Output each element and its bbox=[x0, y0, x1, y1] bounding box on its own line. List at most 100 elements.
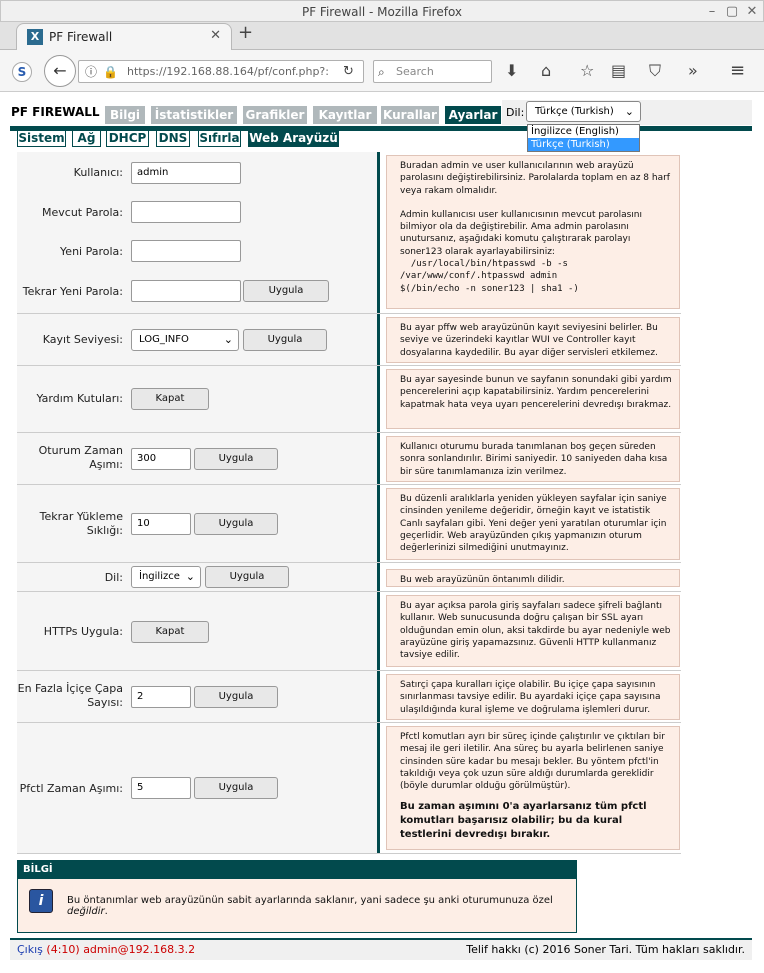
new-password-label: Yeni Parola: bbox=[60, 245, 123, 258]
submenu-web-arayuzu[interactable]: Web Arayüzü bbox=[248, 130, 339, 147]
session-apply-button[interactable]: Uygula bbox=[194, 448, 278, 470]
footer: Çıkış (4:10) admin@192.168.3.2 Telif hak… bbox=[10, 938, 752, 960]
info-panel: BİLGİ i Bu öntanımlar web arayüzünün sab… bbox=[17, 860, 577, 933]
https-toggle-button[interactable]: Kapat bbox=[131, 621, 209, 643]
anchor-nesting-field[interactable]: 2 bbox=[131, 686, 191, 708]
language-default-select[interactable]: İngilizce ⌄ bbox=[131, 566, 201, 588]
submenu-ag[interactable]: Ağ bbox=[72, 130, 101, 147]
repeat-password-field[interactable] bbox=[131, 280, 241, 302]
language-default-value: İngilizce bbox=[139, 571, 180, 582]
reload-row: Tekrar Yükleme Sıklığı: 10 Uygula Bu düz… bbox=[17, 485, 681, 563]
password-apply-button[interactable]: Uygula bbox=[243, 280, 329, 302]
tab-title: PF Firewall bbox=[49, 30, 113, 44]
password-help-p2: Admin kullanıcısı user kullanıcısının me… bbox=[400, 209, 642, 257]
menu-kurallar[interactable]: Kurallar bbox=[381, 106, 439, 124]
pfctl-warning: Bu zaman aşımını 0'a ayarlarsanız tüm pf… bbox=[400, 801, 647, 841]
browser-tab[interactable]: X PF Firewall ✕ bbox=[16, 23, 232, 51]
close-window-icon[interactable]: ✕ bbox=[743, 1, 761, 23]
loglevel-label: Kayıt Seviyesi: bbox=[42, 333, 123, 346]
copyright: Telif hakkı (c) 2016 Soner Tari. Tüm hak… bbox=[466, 943, 745, 956]
sync-icon[interactable]: S bbox=[12, 62, 32, 82]
current-password-label: Mevcut Parola: bbox=[42, 206, 123, 219]
helpboxes-toggle-button[interactable]: Kapat bbox=[131, 388, 209, 410]
menu-kayitlar[interactable]: Kayıtlar bbox=[313, 106, 377, 124]
url-bar[interactable]: ⓘ 🔒 https://192.168.88.164/pf/conf.php?:… bbox=[78, 60, 364, 83]
brand-title: PF FIREWALL bbox=[11, 105, 100, 119]
anchor-apply-button[interactable]: Uygula bbox=[194, 686, 278, 708]
reload-rate-field[interactable]: 10 bbox=[131, 513, 191, 535]
minimize-icon[interactable]: – bbox=[703, 1, 721, 23]
maximize-icon[interactable]: ▢ bbox=[723, 1, 741, 23]
https-row: HTTPs Uygula: Kapat Bu ayar açıksa parol… bbox=[17, 592, 681, 671]
download-icon[interactable]: ⬇ bbox=[505, 61, 518, 81]
language-dropdown: İngilizce (English) Türkçe (Turkish) bbox=[527, 124, 640, 152]
loglevel-select[interactable]: LOG_INFO ⌄ bbox=[131, 329, 239, 351]
window-title: PF Firewall - Mozilla Firefox bbox=[301, 5, 463, 19]
info-panel-text-main: Bu öntanımlar web arayüzünün sabit ayarl… bbox=[67, 895, 553, 906]
chevron-down-icon: ⌄ bbox=[223, 333, 233, 346]
language-select-value: Türkçe (Turkish) bbox=[535, 106, 614, 117]
pfctl-timeout-field[interactable]: 5 bbox=[131, 777, 191, 799]
search-bar[interactable]: ⌕ Search bbox=[373, 60, 492, 83]
submenu-dns[interactable]: DNS bbox=[156, 130, 190, 147]
submenu-sifirla[interactable]: Sıfırla bbox=[198, 130, 241, 147]
submenu-dhcp[interactable]: DHCP bbox=[106, 130, 149, 147]
session-help: Kullanıcı oturumu burada tanımlanan boş … bbox=[386, 436, 680, 482]
session-row: Oturum Zaman Aşımı: 300 Uygula Kullanıcı… bbox=[17, 433, 681, 485]
info-panel-title: BİLGİ bbox=[18, 861, 576, 879]
reload-apply-button[interactable]: Uygula bbox=[194, 513, 278, 535]
language-apply-button[interactable]: Uygula bbox=[205, 566, 289, 588]
reading-list-icon[interactable]: ▤ bbox=[611, 61, 626, 81]
anchor-row: En Fazla İçiçe Çapa Sayısı: 2 Uygula Sat… bbox=[17, 671, 681, 723]
submenu-sistem[interactable]: Sistem bbox=[17, 130, 66, 147]
back-button[interactable]: ← bbox=[44, 55, 76, 87]
new-password-field[interactable] bbox=[131, 240, 241, 262]
password-help: Buradan admin ve user kullanıcılarının w… bbox=[386, 155, 680, 309]
bookmark-star-icon[interactable]: ☆ bbox=[580, 61, 594, 81]
menu-ayarlar[interactable]: Ayarlar bbox=[445, 106, 501, 124]
language-row: Dil: İngilizce ⌄ Uygula Bu web arayüzünü… bbox=[17, 563, 681, 592]
page-content: PF FIREWALL Bilgi İstatistikler Grafikle… bbox=[0, 92, 764, 973]
user-select[interactable]: admin bbox=[131, 162, 241, 184]
repeat-password-label: Tekrar Yeni Parola: bbox=[22, 285, 123, 298]
pfctl-apply-button[interactable]: Uygula bbox=[194, 777, 278, 799]
pfctl-help-text: Pfctl komutları ayrı bir süreç içinde ça… bbox=[400, 732, 665, 792]
overflow-icon[interactable]: » bbox=[688, 61, 698, 81]
language-help: Bu web arayüzünün öntanımlı dilidir. bbox=[386, 569, 680, 587]
close-tab-icon[interactable]: ✕ bbox=[210, 28, 221, 43]
tab-bar: X PF Firewall ✕ + bbox=[0, 22, 764, 51]
reload-icon[interactable]: ↻ bbox=[343, 62, 354, 82]
info-panel-text-end: . bbox=[104, 906, 108, 917]
helpboxes-row: Yardım Kutuları: Kapat Bu ayar sayesinde… bbox=[17, 366, 681, 433]
search-placeholder: Search bbox=[396, 65, 434, 78]
language-bar: Dil: Türkçe (Turkish) ⌄ bbox=[502, 100, 752, 125]
language-label: Dil: bbox=[104, 571, 123, 584]
lang-option-english[interactable]: İngilizce (English) bbox=[528, 125, 639, 138]
lock-icon[interactable]: 🔒 bbox=[103, 62, 118, 82]
reload-label: Tekrar Yükleme Sıklığı: bbox=[39, 510, 123, 537]
https-help: Bu ayar açıksa parola giriş sayfaları sa… bbox=[386, 595, 680, 667]
home-icon[interactable]: ⌂ bbox=[541, 61, 551, 81]
session-timeout-field[interactable]: 300 bbox=[131, 448, 191, 470]
new-tab-icon[interactable]: + bbox=[238, 22, 253, 43]
hamburger-menu-icon[interactable]: ≡ bbox=[730, 61, 745, 81]
info-panel-text-emph: değildir bbox=[67, 906, 105, 917]
info-icon[interactable]: ⓘ bbox=[85, 62, 97, 82]
pfctl-label: Pfctl Zaman Aşımı: bbox=[19, 782, 123, 795]
pocket-icon[interactable]: ⛉ bbox=[649, 61, 661, 81]
session-info: (4:10) admin@192.168.3.2 bbox=[46, 943, 196, 956]
pfctl-help: Pfctl komutları ayrı bir süreç içinde ça… bbox=[386, 726, 680, 850]
language-select[interactable]: Türkçe (Turkish) ⌄ bbox=[526, 101, 641, 122]
search-icon: ⌕ bbox=[378, 65, 385, 79]
current-password-field[interactable] bbox=[131, 201, 241, 223]
password-row: Kullanıcı: admin Mevcut Parola: Yeni Par… bbox=[17, 152, 681, 314]
menu-bilgi[interactable]: Bilgi bbox=[105, 106, 145, 124]
loglevel-apply-button[interactable]: Uygula bbox=[243, 329, 327, 351]
url-text: https://192.168.88.164/pf/conf.php?: bbox=[127, 65, 329, 78]
logout-link[interactable]: Çıkış bbox=[17, 943, 43, 956]
menu-grafikler[interactable]: Grafikler bbox=[243, 106, 307, 124]
menu-istatistikler[interactable]: İstatistikler bbox=[151, 106, 237, 124]
pfctl-row: Pfctl Zaman Aşımı: 5 Uygula Pfctl komutl… bbox=[17, 723, 681, 854]
lang-option-turkish[interactable]: Türkçe (Turkish) bbox=[528, 138, 639, 151]
info-panel-text: Bu öntanımlar web arayüzünün sabit ayarl… bbox=[67, 895, 576, 917]
